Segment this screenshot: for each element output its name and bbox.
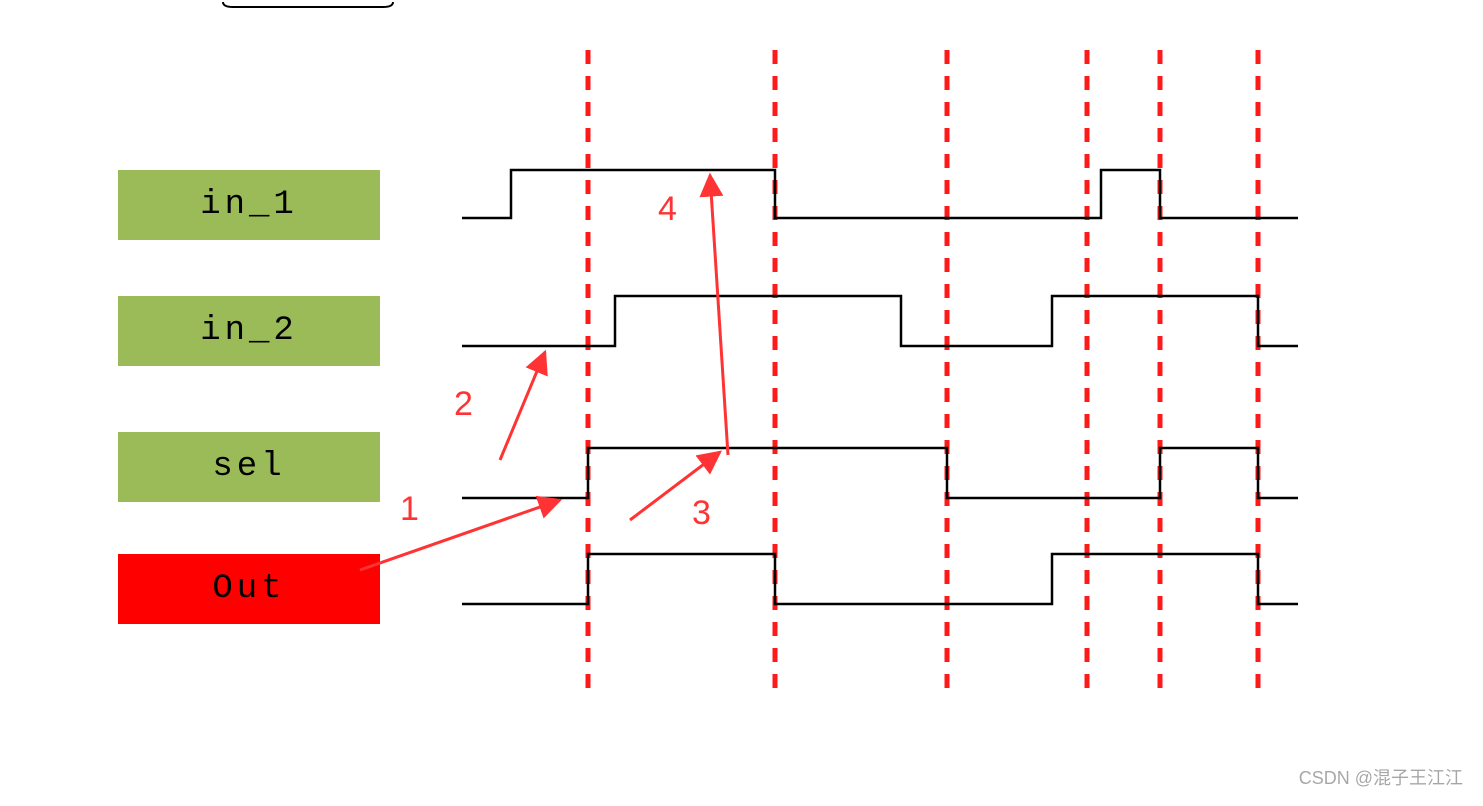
anno-4: 4 <box>658 190 677 229</box>
anno-3: 3 <box>692 494 711 533</box>
guidelines <box>588 50 1258 700</box>
arrow-1 <box>360 500 560 570</box>
arrow-4 <box>710 175 728 455</box>
wave-out <box>462 554 1298 604</box>
watermark: CSDN @混子王江江 <box>1299 764 1463 790</box>
diagram-svg <box>0 0 1483 806</box>
top-rounded-frame <box>223 2 393 7</box>
arrow-2 <box>500 352 545 460</box>
anno-1: 1 <box>400 490 419 529</box>
wave-sel <box>462 448 1298 498</box>
anno-2: 2 <box>454 385 473 424</box>
